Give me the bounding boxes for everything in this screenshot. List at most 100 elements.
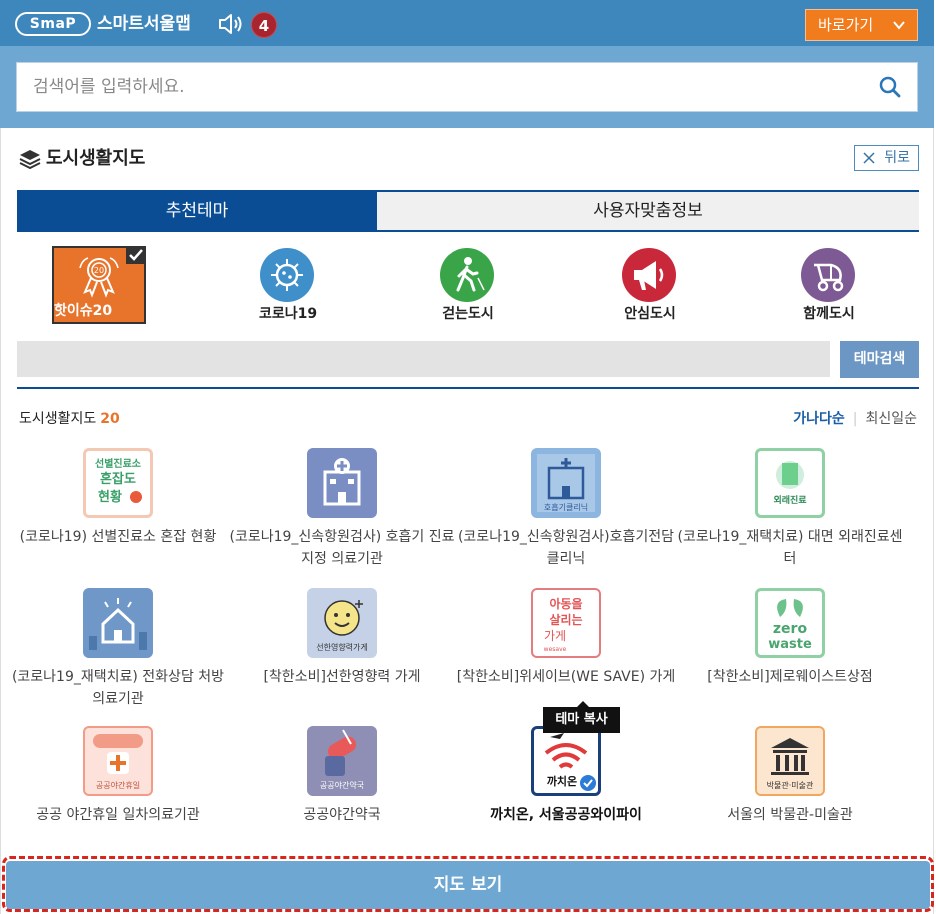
panel-title: 도시생활지도 xyxy=(19,147,145,171)
item-label: 공공야간약국 xyxy=(303,807,381,823)
outpatient-center-icon: 외래진료 xyxy=(755,448,825,518)
close-icon xyxy=(863,152,875,164)
svg-text:가게: 가게 xyxy=(544,629,566,643)
good-influence-store-icon: 선한영향력가게 xyxy=(307,588,377,658)
search-icon[interactable] xyxy=(879,76,901,98)
speaker-icon[interactable] xyxy=(218,13,244,35)
theme-covid19[interactable]: 코로나19 xyxy=(228,244,348,328)
clinic-congestion-icon: 선별진료소 혼잡도 현황 xyxy=(83,448,153,518)
svg-text:아동을: 아동을 xyxy=(549,596,582,611)
list-item[interactable]: (코로나19_신속항원검사) 호흡기 진료 지정 의료기관 xyxy=(229,448,455,578)
svg-text:혼잡도: 혼잡도 xyxy=(100,471,136,487)
svg-text:wesave: wesave xyxy=(544,646,567,653)
checkmark-icon xyxy=(126,246,146,264)
list-item[interactable]: 호흡기클리닉 (코로나19_신속항원검사)호흡기전담클리닉 xyxy=(453,448,679,578)
search-input[interactable] xyxy=(33,63,853,111)
back-label: 뒤로 xyxy=(884,150,910,166)
sort-separator: | xyxy=(852,411,858,427)
item-label: (코로나19_재택치료) 대면 외래진료센터 xyxy=(677,529,903,567)
wesave-store-icon: 아동을 살리는 가게 wesave xyxy=(531,588,601,658)
chevron-down-icon xyxy=(893,21,905,30)
theme-walking-city[interactable]: 걷는도시 xyxy=(408,244,528,328)
night-pharmacy-icon: 공공야간약국 xyxy=(307,726,377,796)
svg-text:공공야간휴일: 공공야간휴일 xyxy=(96,780,140,790)
stroller-icon xyxy=(801,248,855,302)
svg-text:공공야간약국: 공공야간약국 xyxy=(320,780,364,790)
phone-consult-house-icon xyxy=(83,588,153,658)
hospital-icon xyxy=(307,448,377,518)
item-label: [착한소비]제로웨이스트상점 xyxy=(707,669,873,685)
item-label: (코로나19) 선별진료소 혼잡 현황 xyxy=(19,529,217,545)
theme-search-input[interactable] xyxy=(17,341,830,377)
list-header: 도시생활지도 20 xyxy=(19,409,120,429)
medal-icon: 20 xyxy=(79,257,119,298)
list-item[interactable]: 선한영향력가게 [착한소비]선한영향력 가게 xyxy=(229,588,455,718)
svg-text:waste: waste xyxy=(768,637,812,652)
list-item[interactable]: 공공야간휴일 공공 야간휴일 일차의료기관 xyxy=(5,726,231,856)
sort-alphabetical[interactable]: 가나다순 xyxy=(793,411,845,427)
theme-search-button[interactable]: 테마검색 xyxy=(840,341,919,378)
city-life-map-panel: 도시생활지도 뒤로 추천테마 사용자맞춤정보 20 핫이슈20 코로나19 걷는… xyxy=(0,128,934,914)
view-map-button[interactable]: 지도 보기 xyxy=(6,861,930,909)
theme-walking-city-label: 걷는도시 xyxy=(442,306,494,322)
svg-text:현황: 현황 xyxy=(98,489,122,505)
theme-safe-city-label: 안심도시 xyxy=(624,306,676,322)
search-box xyxy=(16,62,918,112)
megaphone-icon xyxy=(622,248,676,302)
sort-latest[interactable]: 최신일순 xyxy=(865,411,917,427)
divider xyxy=(17,387,919,389)
quick-menu-button[interactable]: 바로가기 xyxy=(805,9,918,41)
virus-icon xyxy=(260,248,314,302)
svg-text:까치온: 까치온 xyxy=(547,774,577,788)
item-label: [착한소비]위세이브(WE SAVE) 가게 xyxy=(456,669,676,685)
tab-recommended[interactable]: 추천테마 xyxy=(17,192,377,230)
sort-options: 가나다순 | 최신일순 xyxy=(793,409,917,429)
item-label: 공공 야간휴일 일차의료기관 xyxy=(36,807,200,823)
back-button[interactable]: 뒤로 xyxy=(854,145,919,171)
list-item[interactable]: 선별진료소 혼잡도 현황 (코로나19) 선별진료소 혼잡 현황 xyxy=(5,448,231,578)
top-bar: SmaP 스마트서울맵 4 바로가기 xyxy=(0,0,934,46)
svg-text:선별진료소: 선별진료소 xyxy=(95,457,141,470)
list-item[interactable]: 까치온 까치온, 서울공공와이파이 xyxy=(453,726,679,856)
list-item[interactable]: 박물관·미술관 서울의 박물관-미술관 xyxy=(677,726,903,856)
list-item[interactable]: 공공야간약국 공공야간약국 xyxy=(229,726,455,856)
list-title: 도시생활지도 xyxy=(19,411,97,427)
item-label: 서울의 박물관-미술관 xyxy=(727,807,853,823)
night-clinic-icon: 공공야간휴일 xyxy=(83,726,153,796)
theme-copy-tooltip: 테마 복사 xyxy=(543,701,620,733)
list-item[interactable]: 외래진료 (코로나19_재택치료) 대면 외래진료센터 xyxy=(677,448,903,578)
list-item[interactable]: 아동을 살리는 가게 wesave [착한소비]위세이브(WE SAVE) 가게 xyxy=(453,588,679,718)
svg-text:박물관·미술관: 박물관·미술관 xyxy=(767,780,814,790)
list-count: 20 xyxy=(100,411,120,427)
app-title: 스마트서울맵 xyxy=(97,14,191,34)
tab-user-custom[interactable]: 사용자맞춤정보 xyxy=(377,192,919,230)
tab-bar: 추천테마 사용자맞춤정보 xyxy=(17,190,919,232)
respiratory-clinic-icon: 호흡기클리닉 xyxy=(531,448,601,518)
search-band xyxy=(0,46,934,128)
list-item[interactable]: (코로나19_재택치료) 전화상담 처방 의료기관 xyxy=(5,588,231,718)
museum-icon: 박물관·미술관 xyxy=(755,726,825,796)
svg-text:살리는: 살리는 xyxy=(549,612,582,627)
theme-hot-issue[interactable]: 20 핫이슈20 xyxy=(52,246,146,324)
svg-text:zero: zero xyxy=(773,621,808,637)
layers-icon xyxy=(19,150,41,169)
item-label: (코로나19_신속항원검사)호흡기전담클리닉 xyxy=(457,529,675,567)
list-item[interactable]: zero waste [착한소비]제로웨이스트상점 xyxy=(677,588,903,718)
svg-text:외래진료: 외래진료 xyxy=(773,494,807,506)
theme-covid19-label: 코로나19 xyxy=(258,306,318,322)
smap-logo[interactable]: SmaP xyxy=(15,12,91,36)
item-label: (코로나19_재택치료) 전화상담 처방 의료기관 xyxy=(11,669,225,707)
panel-title-text: 도시생활지도 xyxy=(46,148,146,169)
theme-safe-city[interactable]: 안심도시 xyxy=(590,244,710,328)
respiratory-clinic-caption: 호흡기클리닉 xyxy=(544,502,588,512)
theme-hot-issue-label: 핫이슈20 xyxy=(54,303,113,319)
item-label: 까치온, 서울공공와이파이 xyxy=(490,807,642,823)
quick-menu-label: 바로가기 xyxy=(818,16,874,34)
item-label: [착한소비]선한영향력 가게 xyxy=(263,669,421,685)
svg-text:선한영향력가게: 선한영향력가게 xyxy=(316,642,368,652)
wifi-icon: 까치온 xyxy=(531,726,601,796)
zero-waste-icon: zero waste xyxy=(755,588,825,658)
notification-badge[interactable]: 4 xyxy=(251,12,277,38)
item-label: (코로나19_신속항원검사) 호흡기 진료 지정 의료기관 xyxy=(229,529,455,567)
theme-together-city[interactable]: 함께도시 xyxy=(769,244,889,328)
